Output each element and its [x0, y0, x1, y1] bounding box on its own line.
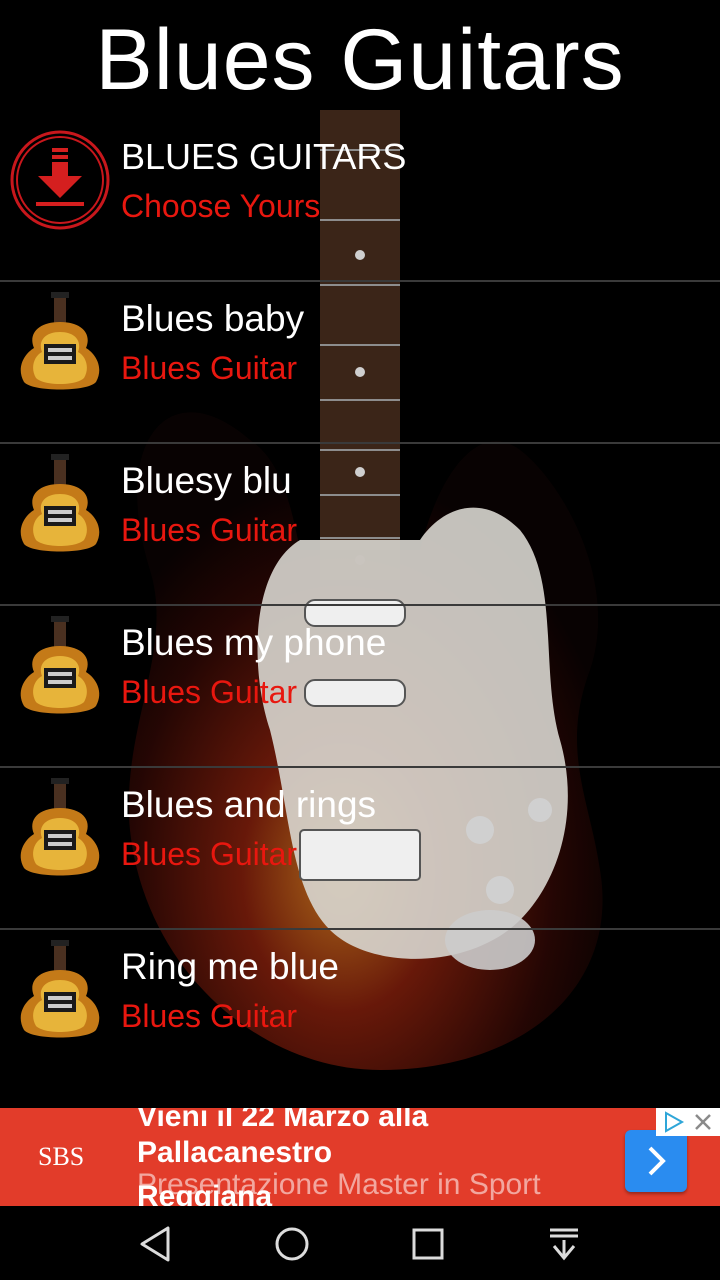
download-icon: [10, 130, 110, 230]
ad-logo: SBS: [38, 1142, 85, 1171]
adchoices-button[interactable]: [656, 1108, 720, 1136]
ringtone-list: BLUES GUITARS Choose Yours Blues baby Bl…: [0, 120, 720, 1092]
adchoices-icon: [665, 1111, 711, 1133]
list-item-title: Blues my phone: [121, 622, 387, 663]
list-item-title: Bluesy blu: [121, 460, 292, 501]
ad-banner[interactable]: SBS Vieni il 22 Marzo alla Pallacanestro…: [0, 1108, 720, 1206]
guitar-thumbnail-icon: [20, 292, 100, 390]
app-title: Blues Guitars: [95, 12, 625, 108]
guitar-thumbnail-icon: [20, 778, 100, 876]
ad-text-line: Pallacanestro: [137, 1136, 333, 1169]
guitar-thumbnail-icon: [20, 616, 100, 714]
back-icon[interactable]: [132, 1220, 180, 1268]
list-item[interactable]: Blues my phone Blues Guitar: [0, 606, 720, 768]
list-item-title: Blues and rings: [121, 784, 377, 825]
notifications-down-icon[interactable]: [540, 1220, 588, 1268]
list-item-subtitle: Choose Yours: [121, 188, 321, 224]
guitar-thumbnail-icon: [20, 940, 100, 1038]
list-item[interactable]: Blues and rings Blues Guitar: [0, 768, 720, 930]
list-item[interactable]: Bluesy blu Blues Guitar: [0, 444, 720, 606]
list-item-subtitle: Blues Guitar: [121, 512, 298, 548]
ad-text-line: Vieni il 22 Marzo alla: [137, 1108, 429, 1133]
list-item-subtitle: Blues Guitar: [121, 836, 298, 872]
list-item[interactable]: Blues baby Blues Guitar: [0, 282, 720, 444]
system-navigation-bar: [0, 1206, 720, 1280]
list-item-subtitle: Blues Guitar: [121, 350, 298, 386]
home-icon[interactable]: [268, 1220, 316, 1268]
list-item[interactable]: Ring me blue Blues Guitar: [0, 930, 720, 1092]
list-item-title: BLUES GUITARS: [121, 136, 407, 177]
list-item-title: Ring me blue: [121, 946, 340, 987]
ad-text-line: Reggiana: [137, 1180, 273, 1206]
chevron-right-icon: [648, 1146, 666, 1176]
list-item-subtitle: Blues Guitar: [121, 998, 298, 1034]
recents-icon[interactable]: [404, 1220, 452, 1268]
list-item-title: Blues baby: [121, 298, 305, 339]
list-item[interactable]: BLUES GUITARS Choose Yours: [0, 120, 720, 282]
list-item-subtitle: Blues Guitar: [121, 674, 298, 710]
guitar-thumbnail-icon: [20, 454, 100, 552]
ad-open-button[interactable]: [625, 1130, 687, 1192]
